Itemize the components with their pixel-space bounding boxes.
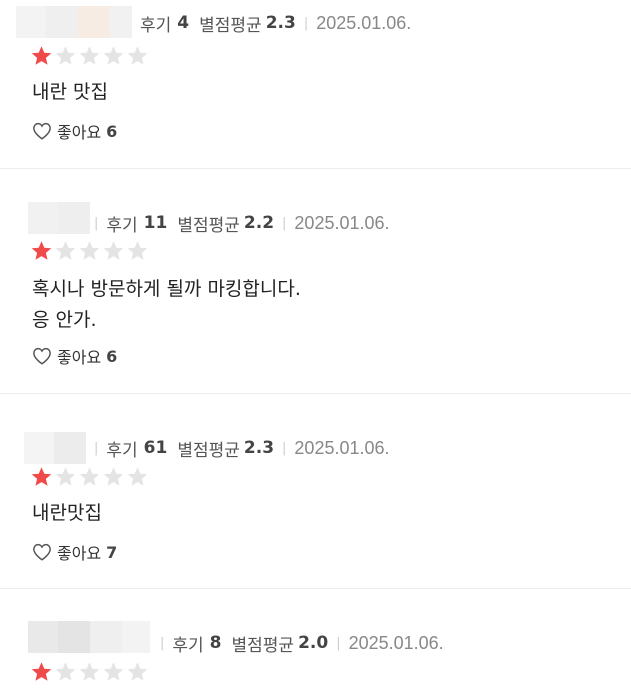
- review-date: 2025.01.06.: [348, 632, 444, 653]
- divider: |: [160, 635, 165, 651]
- rating-avg-value: 2.0: [298, 633, 329, 653]
- review-count-value: 61: [143, 438, 168, 458]
- review-item: 후기 4 별점평균 2.3 | 2025.01.06. 내란 맛집 좋아요 6: [0, 0, 631, 169]
- divider: |: [94, 215, 99, 231]
- review-count-label: 후기: [106, 440, 138, 461]
- star-rating: [30, 239, 149, 262]
- review-date: 2025.01.06.: [294, 212, 390, 233]
- star-empty-icon: [127, 662, 148, 681]
- rating-avg-label: 별점평균: [177, 440, 240, 461]
- star-empty-icon: [103, 46, 124, 65]
- star-empty-icon: [79, 662, 100, 681]
- rating-avg-value: 2.2: [243, 213, 275, 233]
- rating-avg-label: 별점평균: [231, 635, 295, 656]
- rating-avg-value: 2.3: [265, 13, 296, 33]
- like-count: 7: [106, 542, 118, 562]
- like-count: 6: [106, 121, 118, 141]
- star-filled-icon: [31, 241, 52, 260]
- heart-icon: [33, 122, 51, 140]
- star-filled-icon: [31, 46, 52, 65]
- review-meta: | 후기 11 별점평균 2.2 | 2025.01.06.: [94, 206, 390, 240]
- star-empty-icon: [127, 241, 148, 260]
- star-empty-icon: [127, 46, 148, 65]
- review-text: 내란 맛집: [32, 81, 108, 103]
- like-button[interactable]: 좋아요 7: [32, 540, 117, 564]
- rating-avg-value: 2.3: [243, 438, 275, 458]
- like-label: 좋아요: [57, 348, 102, 367]
- divider: |: [282, 215, 287, 231]
- star-empty-icon: [79, 241, 100, 260]
- divider: |: [282, 440, 287, 456]
- review-meta: | 후기 8 별점평균 2.0 | 2025.01.06.: [160, 626, 444, 660]
- blurred-author-name: [28, 621, 150, 653]
- heart-icon: [33, 543, 51, 561]
- blurred-author-name: [28, 202, 90, 234]
- like-button[interactable]: 좋아요 6: [32, 119, 117, 143]
- review-meta: | 후기 61 별점평균 2.3 | 2025.01.06.: [94, 431, 390, 465]
- like-count: 6: [106, 346, 118, 366]
- star-rating: [30, 44, 149, 67]
- like-label: 좋아요: [57, 123, 102, 142]
- star-filled-icon: [31, 662, 52, 681]
- review-item: | 후기 11 별점평균 2.2 | 2025.01.06. 혹시나 방문하게 …: [0, 169, 631, 394]
- like-label: 좋아요: [57, 544, 102, 563]
- review-count-label: 후기: [172, 635, 204, 656]
- heart-icon: [33, 347, 51, 365]
- star-empty-icon: [79, 46, 100, 65]
- review-count-label: 후기: [140, 15, 172, 36]
- star-empty-icon: [55, 662, 76, 681]
- star-empty-icon: [103, 467, 124, 486]
- review-date: 2025.01.06.: [316, 12, 412, 33]
- divider: |: [336, 635, 341, 651]
- review-item: | 후기 61 별점평균 2.3 | 2025.01.06. 내란맛집 좋아요 …: [0, 394, 631, 589]
- star-empty-icon: [103, 662, 124, 681]
- divider: |: [94, 440, 99, 456]
- review-item: | 후기 8 별점평균 2.0 | 2025.01.06.: [0, 589, 631, 698]
- star-rating: [30, 660, 149, 683]
- review-count-value: 8: [209, 633, 222, 653]
- star-empty-icon: [103, 241, 124, 260]
- review-count-value: 4: [177, 13, 190, 33]
- review-text: 내란맛집: [32, 502, 102, 524]
- rating-avg-label: 별점평균: [177, 215, 240, 236]
- star-empty-icon: [55, 467, 76, 486]
- star-empty-icon: [127, 467, 148, 486]
- review-count-label: 후기: [106, 215, 138, 236]
- like-button[interactable]: 좋아요 6: [32, 344, 117, 368]
- divider: |: [303, 15, 309, 31]
- star-empty-icon: [55, 241, 76, 260]
- review-text: 혹시나 방문하게 될까 마킹합니다. 응 안가.: [32, 278, 301, 331]
- blurred-author-name: [16, 6, 132, 38]
- review-count-value: 11: [143, 213, 168, 233]
- review-meta: 후기 4 별점평균 2.3 | 2025.01.06.: [140, 6, 411, 40]
- star-rating: [30, 465, 149, 488]
- star-filled-icon: [31, 467, 52, 486]
- rating-avg-label: 별점평균: [199, 15, 262, 36]
- review-date: 2025.01.06.: [294, 437, 390, 458]
- star-empty-icon: [79, 467, 100, 486]
- blurred-author-name: [24, 432, 86, 464]
- star-empty-icon: [55, 46, 76, 65]
